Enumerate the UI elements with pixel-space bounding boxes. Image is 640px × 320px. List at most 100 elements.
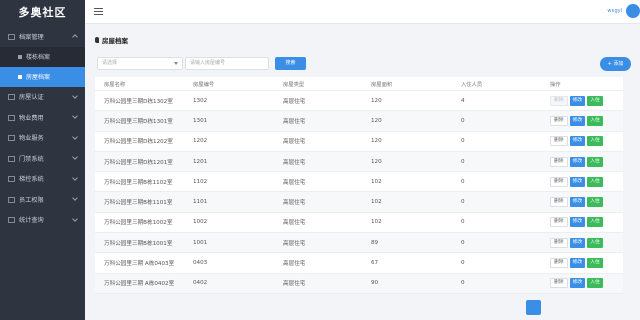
delete-button[interactable]: 删除 [550,115,568,126]
cell-area: 120 [371,97,382,104]
cell-name: 万科公园里三期B栋1002室 [104,220,173,227]
cell-number: 0402 [193,280,208,287]
row-actions: 删除 修改 入住 [550,192,603,211]
cell-residents: 0 [461,199,465,206]
avatar[interactable] [626,4,640,18]
row-actions: 删除 修改 入住 [550,152,603,171]
cell-name: 万科公园里三期 A栋0403室 [104,261,175,268]
delete-button[interactable]: 删除 [550,95,568,106]
table-row: 万科公园里三期B栋1002室 1002 高层住宅 102 0 删除 修改 入住 [95,213,623,234]
delete-button[interactable]: 删除 [550,278,568,289]
sidebar-subitem[interactable]: 房屋档案 [0,66,85,87]
column-header: 房屋编号 [193,81,215,88]
column-header: 房屋面积 [371,81,393,88]
menu-toggle-icon[interactable] [94,8,103,15]
edit-button[interactable]: 修改 [569,197,586,208]
edit-button[interactable]: 修改 [569,136,586,147]
cell-area: 90 [371,280,379,287]
cell-name: 万科公园里三期D栋1301室 [104,118,173,125]
top-header: wxgyl [85,0,640,24]
edit-button[interactable]: 修改 [569,115,586,126]
table-header: 房屋名称 房屋编号 房屋类型 房屋面积 入住人员 操作 [95,77,623,91]
sidebar-subitem[interactable]: 楼栋档案 [0,46,85,67]
cell-type: 高层住宅 [283,159,306,166]
checkin-button[interactable]: 入住 [587,217,603,228]
cell-type: 高层住宅 [283,200,306,207]
cell-number: 1302 [193,97,208,104]
sidebar-item[interactable]: 物业费用 [0,107,85,128]
cell-type: 高层住宅 [283,220,306,227]
sidebar-item[interactable]: 统计查询 [0,210,85,231]
checkin-button[interactable]: 入住 [587,258,603,269]
sidebar-item[interactable]: 员工权限 [0,189,85,210]
checkin-button[interactable]: 入住 [587,237,603,248]
sidebar-item[interactable]: 房屋认证 [0,87,85,108]
cell-name: 万科公园里三期B栋1101室 [104,200,173,207]
checkin-button[interactable]: 入住 [587,278,603,289]
cell-type: 高层住宅 [283,139,306,146]
cell-number: 1001 [193,239,208,246]
checkin-button[interactable]: 入住 [587,115,603,126]
cell-type: 高层住宅 [283,98,306,105]
pin-icon [95,37,99,43]
cell-name: 万科公园里三期D栋1202室 [104,139,173,146]
app-logo: 多奥社区 [18,6,67,19]
checkin-button[interactable]: 入住 [587,197,603,208]
cell-area: 120 [371,117,382,124]
chevron-down-icon [72,195,78,201]
sidebar-item[interactable]: 梯控系统 [0,169,85,190]
table-row: 万科公园里三期B栋1101室 1101 高层住宅 102 0 删除 修改 入住 [95,192,623,213]
bullet-icon [18,74,22,79]
cell-residents: 0 [461,260,465,267]
building-select[interactable]: 请选择 [97,57,183,70]
cell-residents: 0 [461,280,465,287]
delete-button[interactable]: 删除 [550,237,568,248]
cell-area: 102 [371,219,382,226]
chevron-up-icon [72,34,78,40]
cell-type: 高层住宅 [283,240,306,247]
table-row: 万科公园里三期 A栋0402室 0402 高层住宅 90 0 删除 修改 入住 [95,273,623,294]
row-actions: 删除 修改 入住 [550,253,603,272]
cell-number: 0403 [193,260,208,267]
edit-button[interactable]: 修改 [569,156,586,167]
table-row: 万科公园里三期B栋1102室 1102 高层住宅 102 0 删除 修改 入住 [95,172,623,193]
checkin-button[interactable]: 入住 [587,156,603,167]
page-title-text: 房屋档案 [102,37,128,45]
delete-button[interactable]: 删除 [550,156,568,167]
house-number-placeholder: 请输入房屋编号 [190,60,226,66]
cell-name: 万科公园里三期B栋1102室 [104,179,173,186]
checkin-button[interactable]: 入住 [587,95,603,106]
table-row: 万科公园里三期B栋1001室 1001 高层住宅 89 0 删除 修改 入住 [95,233,623,254]
cell-area: 67 [371,260,379,267]
sidebar-item-label: 梯控系统 [19,176,44,184]
edit-button[interactable]: 修改 [569,217,586,228]
delete-button[interactable]: 删除 [550,258,568,269]
delete-button[interactable]: 删除 [550,176,568,187]
pagination-current-page[interactable] [526,300,541,315]
delete-button[interactable]: 删除 [550,136,568,147]
add-button-label: + 添加 [607,61,624,67]
delete-button[interactable]: 删除 [550,197,568,208]
sidebar-item-label: 统计查询 [19,217,44,225]
house-number-input[interactable]: 请输入房屋编号 [185,57,269,70]
edit-button[interactable]: 修改 [569,258,586,269]
user-menu[interactable]: wxgyl [607,8,622,14]
edit-button[interactable]: 修改 [569,176,586,187]
checkin-button[interactable]: 入住 [587,136,603,147]
edit-button[interactable]: 修改 [569,237,586,248]
row-actions: 删除 修改 入住 [550,91,603,110]
sidebar-item[interactable]: 档案管理 [0,26,85,47]
search-button[interactable]: 搜索 [275,57,306,70]
add-button[interactable]: + 添加 [600,57,631,71]
edit-button[interactable]: 修改 [569,278,586,289]
cell-residents: 0 [461,239,465,246]
edit-button[interactable]: 修改 [569,95,586,106]
checkin-button[interactable]: 入住 [587,176,603,187]
sidebar-item[interactable]: 门禁系统 [0,148,85,169]
cell-name: 万科公园里三期D栋1302室 [104,98,173,105]
sidebar-item[interactable]: 物业服务 [0,128,85,149]
delete-button[interactable]: 删除 [550,217,568,228]
door-icon [8,155,15,162]
sidebar-item-label: 物业服务 [19,135,44,143]
cell-name: 万科公园里三期 A栋0402室 [104,281,175,288]
